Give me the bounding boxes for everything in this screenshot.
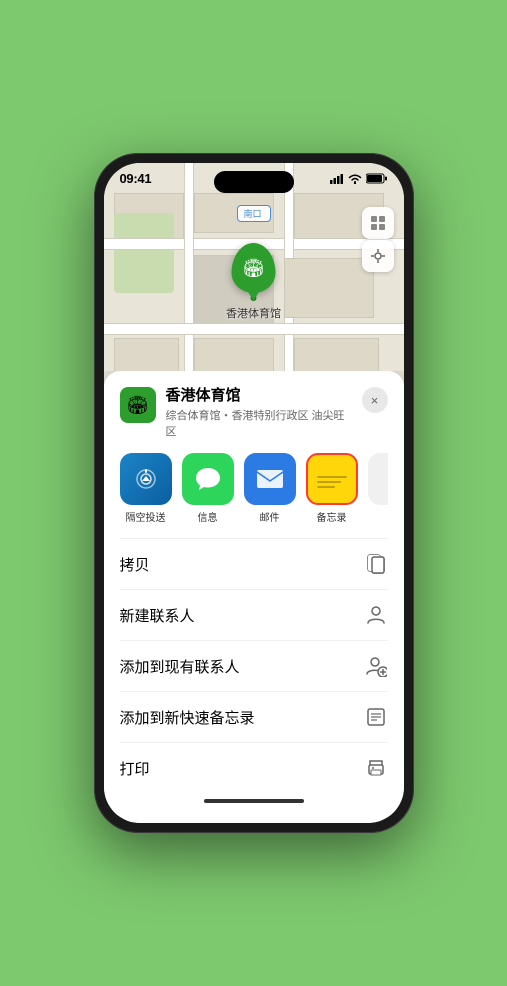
action-list: 拷贝 新建联系人 [120,538,388,793]
dynamic-island [214,171,294,193]
print-icon [364,756,388,780]
action-add-contact[interactable]: 添加到现有联系人 [120,641,388,692]
wifi-icon [348,174,362,184]
action-copy-label: 拷贝 [120,554,150,575]
action-add-note-label: 添加到新快速备忘录 [120,707,255,728]
map-block [114,338,179,371]
app-item-messages[interactable]: 信息 [182,453,234,524]
action-new-contact-label: 新建联系人 [120,605,195,626]
bottom-sheet: 🏟 香港体育馆 综合体育馆・香港特别行政区 油尖旺区 × [104,371,404,823]
app-item-mail[interactable]: 邮件 [244,453,296,524]
messages-label: 信息 [198,509,218,524]
status-time: 09:41 [120,171,152,186]
marker-pin: 🏟 [232,243,276,293]
map-area[interactable]: 南口 🏟 香港体育馆 [104,163,404,371]
more-icon [368,453,388,505]
sheet-header: 🏟 香港体育馆 综合体育馆・香港特别行政区 油尖旺区 × [120,387,388,439]
action-add-note[interactable]: 添加到新快速备忘录 [120,692,388,743]
add-note-icon [364,705,388,729]
copy-icon [364,552,388,576]
close-button[interactable]: × [362,387,388,413]
map-controls [362,207,394,272]
home-bar [204,799,304,803]
venue-description: 综合体育馆・香港特别行政区 油尖旺区 [166,407,352,439]
map-block [284,258,374,318]
action-print-label: 打印 [120,758,150,779]
stadium-icon: 🏟 [242,258,265,279]
mail-icon [244,453,296,505]
action-add-contact-label: 添加到现有联系人 [120,656,240,677]
home-indicator [120,793,388,807]
map-green-area [114,213,174,293]
action-print[interactable]: 打印 [120,743,388,793]
phone-screen: 09:41 [104,163,404,823]
app-item-airdrop[interactable]: 隔空投送 [120,453,172,524]
messages-icon [182,453,234,505]
venue-name: 香港体育馆 [166,387,352,405]
venue-icon: 🏟 [120,387,156,423]
map-block [194,338,274,371]
airdrop-label: 隔空投送 [126,509,166,524]
venue-info: 香港体育馆 综合体育馆・香港特别行政区 油尖旺区 [166,387,352,439]
action-new-contact[interactable]: 新建联系人 [120,590,388,641]
mail-label: 邮件 [260,509,280,524]
action-copy[interactable]: 拷贝 [120,539,388,590]
app-item-more[interactable]: 推 [368,453,388,524]
signal-icon [330,174,344,184]
app-item-notes[interactable]: 备忘录 [306,453,358,524]
map-label-south-exit: 南口 [236,205,270,222]
map-marker[interactable]: 🏟 香港体育馆 [226,243,281,321]
location-button[interactable] [362,240,394,272]
map-block [294,338,379,371]
phone-frame: 09:41 [94,153,414,833]
map-road [104,323,404,335]
marker-label: 香港体育馆 [226,305,281,321]
share-apps-row: 隔空投送 信息 [120,453,388,524]
notes-label: 备忘录 [317,509,347,524]
map-type-button[interactable] [362,207,394,239]
notes-icon [306,453,358,505]
map-background: 南口 🏟 香港体育馆 [104,163,404,371]
airdrop-icon [120,453,172,505]
add-contact-icon [364,654,388,678]
map-road-v [184,163,194,371]
new-contact-icon [364,603,388,627]
status-icons [330,173,388,184]
battery-icon [366,173,388,184]
